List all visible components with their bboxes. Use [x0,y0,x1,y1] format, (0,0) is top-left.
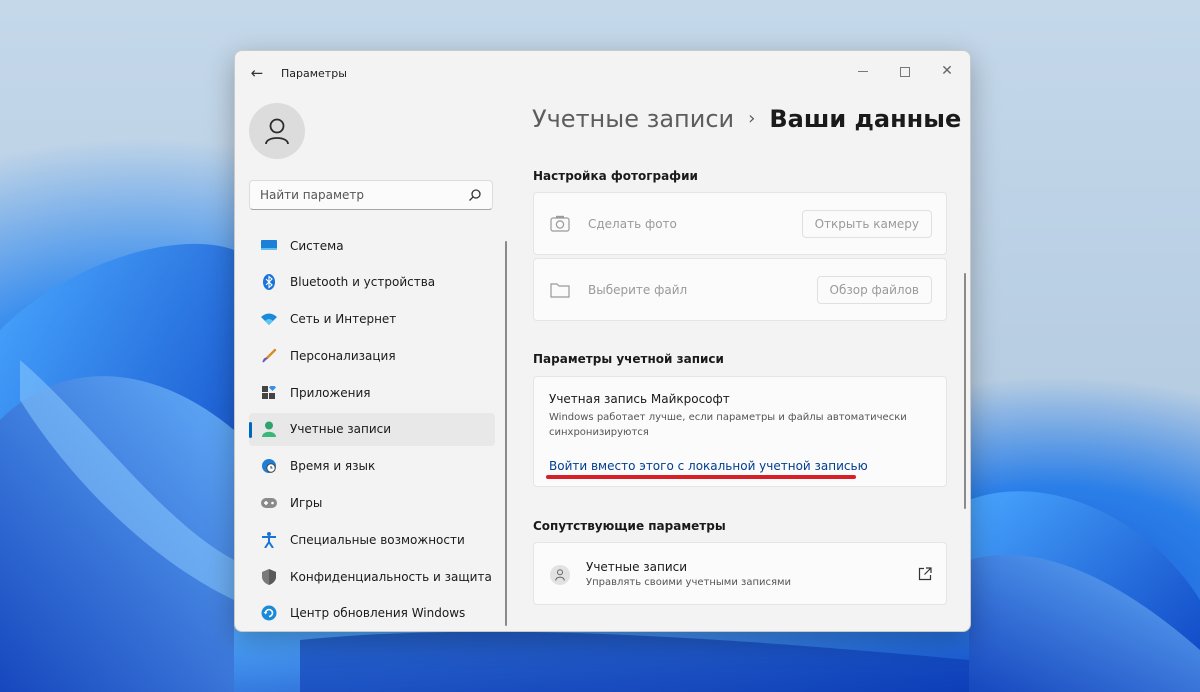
system-icon [261,238,277,254]
minimize-button[interactable] [842,57,884,85]
minimize-icon [858,71,868,72]
arrow-left-icon: ← [250,64,264,82]
sidebar-item-accessibility[interactable]: Специальные возможности [249,523,495,556]
breadcrumb: Учетные записи › Ваши данные [532,105,961,133]
sidebar-item-label: Персонализация [290,348,396,363]
page-title: Ваши данные [769,105,962,133]
wifi-icon [261,311,277,327]
sidebar-item-network[interactable]: Сеть и Интернет [249,303,495,336]
sidebar-nav: Система Bluetooth и устройства Сеть и Ин… [249,229,495,631]
choose-file-row: Выберите файл Обзор файлов [533,258,947,321]
sidebar-item-time-language[interactable]: Время и язык [249,450,495,483]
sidebar-item-privacy[interactable]: Конфиденциальность и защита [249,560,495,593]
accounts-icon [261,421,277,438]
title-bar: ← Параметры ✕ [235,51,970,95]
account-section-title: Параметры учетной записи [533,352,724,366]
microsoft-account-description: Windows работает лучше, если параметры и… [549,412,907,438]
settings-window: ← Параметры ✕ Система Bluet [234,50,971,632]
accessibility-icon [261,531,277,548]
maximize-button[interactable] [884,57,926,85]
sidebar-item-label: Конфиденциальность и защита [290,569,492,584]
update-icon [261,605,277,621]
sidebar-item-system[interactable]: Система [249,229,495,262]
shield-icon [261,568,277,585]
red-highlight-underline [546,475,856,479]
maximize-icon [900,66,910,77]
sidebar-item-label: Учетные записи [290,422,392,437]
related-section-title: Сопутствующие параметры [533,519,726,533]
folder-icon [550,283,570,298]
back-button[interactable]: ← [245,62,269,84]
bluetooth-icon [261,274,277,291]
sidebar-item-label: Специальные возможности [290,532,465,547]
sidebar-item-bluetooth[interactable]: Bluetooth и устройства [249,266,495,299]
related-accounts-subtitle: Управлять своими учетными записями [586,577,792,588]
browse-files-button[interactable]: Обзор файлов [816,276,932,304]
globe-clock-icon [261,458,277,474]
chevron-right-icon: › [748,108,756,129]
avatar[interactable] [249,103,305,159]
sidebar-item-label: Сеть и Интернет [290,312,397,327]
related-accounts-title: Учетные записи [586,560,688,574]
sidebar-item-label: Система [290,238,344,253]
sidebar-item-windows-update[interactable]: Центр обновления Windows [249,597,495,630]
main-scrollbar[interactable] [964,273,966,509]
camera-icon [550,215,570,232]
take-photo-row: Сделать фото Открыть камеру [533,192,947,255]
sidebar-item-personalization[interactable]: Персонализация [249,339,495,372]
sidebar-item-label: Игры [290,496,323,511]
external-link-icon [918,567,932,581]
sidebar-item-apps[interactable]: Приложения [249,376,495,409]
photo-section-title: Настройка фотографии [533,169,698,183]
sidebar-item-label: Время и язык [290,459,376,474]
sidebar-item-label: Bluetooth и устройства [290,275,436,290]
apps-icon [261,385,277,401]
brush-icon [261,348,277,364]
breadcrumb-parent[interactable]: Учетные записи [532,105,734,133]
user-icon [265,118,289,145]
sidebar-item-gaming[interactable]: Игры [249,487,495,520]
app-title: Параметры [281,67,347,80]
local-account-link[interactable]: Войти вместо этого с локальной учетной з… [549,459,868,473]
person-icon [550,565,570,585]
microsoft-account-card: Учетная запись Майкрософт Windows работа… [533,376,947,487]
take-photo-label: Сделать фото [588,217,677,231]
open-camera-button[interactable]: Открыть камеру [801,210,932,238]
related-accounts-row[interactable]: Учетные записи Управлять своими учетными… [533,542,947,605]
close-button[interactable]: ✕ [926,57,968,85]
close-icon: ✕ [941,63,953,79]
sidebar-scrollbar[interactable] [505,241,507,626]
gamepad-icon [261,495,277,511]
sidebar-item-label: Приложения [290,385,371,400]
sidebar-item-label: Центр обновления Windows [290,606,466,621]
choose-file-label: Выберите файл [588,283,688,297]
sidebar-item-accounts[interactable]: Учетные записи [249,412,495,446]
search-box [249,180,493,210]
search-icon[interactable] [468,188,482,202]
search-input[interactable] [250,181,470,209]
microsoft-account-title: Учетная запись Майкрософт [549,392,730,406]
